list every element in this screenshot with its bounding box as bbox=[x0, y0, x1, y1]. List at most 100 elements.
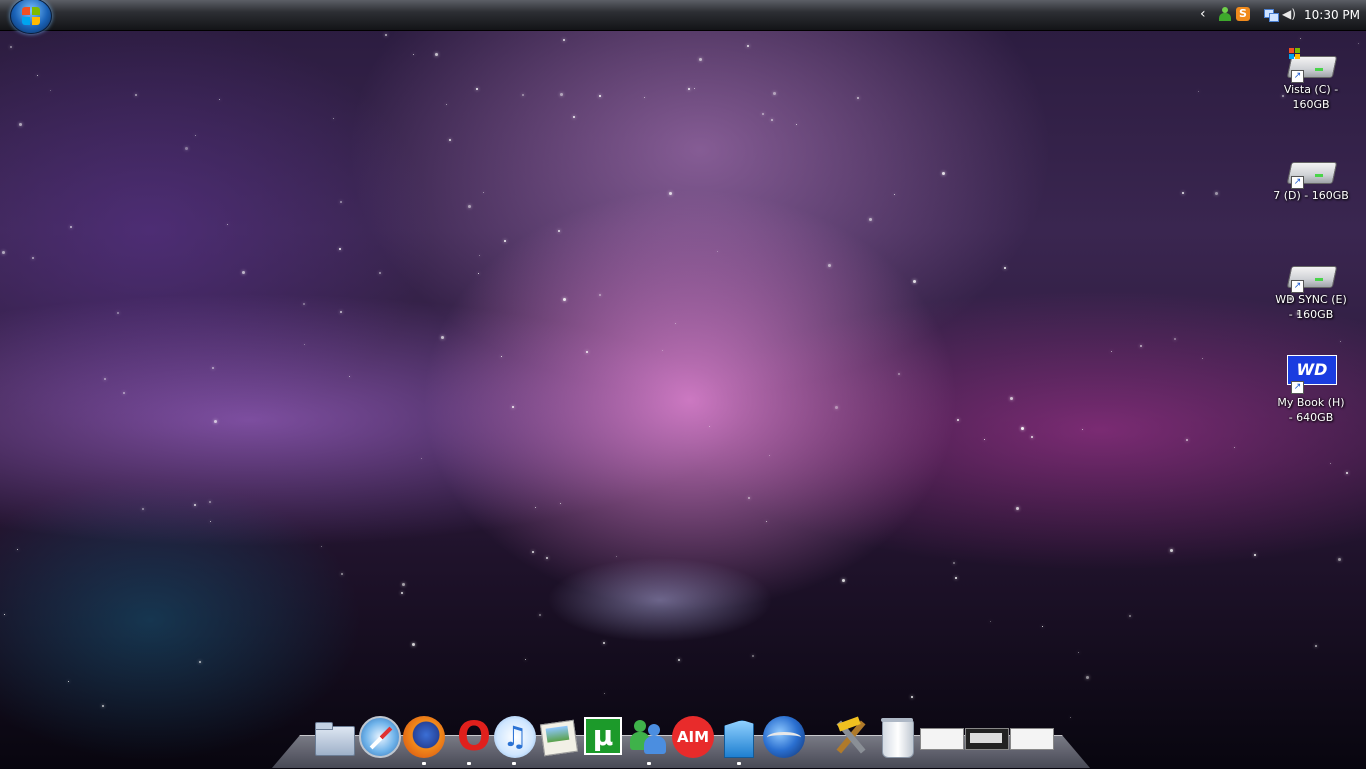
star bbox=[194, 504, 196, 506]
desktop-icon-7-d[interactable]: ↗ 7 (D) - 160GB bbox=[1271, 154, 1351, 203]
chevron-left-icon[interactable]: ‹ bbox=[1200, 7, 1214, 21]
image-viewer-icon bbox=[539, 719, 579, 757]
star bbox=[586, 351, 588, 353]
star bbox=[560, 93, 563, 96]
running-indicator bbox=[467, 762, 471, 765]
dock-item-google-earth[interactable] bbox=[763, 716, 805, 758]
dock-item-recycle-bin[interactable] bbox=[876, 716, 918, 758]
star bbox=[857, 97, 859, 99]
window-thumbnail-icon[interactable] bbox=[1010, 728, 1054, 750]
star bbox=[558, 230, 560, 232]
desktop-icon-vista-c[interactable]: ↗ Vista (C) - 160GB bbox=[1271, 48, 1351, 112]
dock-item-folder[interactable] bbox=[313, 716, 355, 758]
star bbox=[476, 88, 478, 90]
user-icon[interactable] bbox=[1218, 7, 1232, 21]
window-thumbnail-icon[interactable] bbox=[920, 728, 964, 750]
star bbox=[102, 705, 104, 707]
desktop-icon-label: 7 (D) - 160GB bbox=[1273, 189, 1349, 202]
dock-item-utorrent[interactable]: µ bbox=[583, 716, 625, 758]
star bbox=[349, 376, 350, 377]
star bbox=[1042, 626, 1043, 627]
windows-logo-icon bbox=[22, 7, 40, 25]
star bbox=[185, 147, 188, 150]
star bbox=[563, 39, 565, 41]
drive-icon: ↗ bbox=[1286, 154, 1338, 189]
star bbox=[468, 205, 471, 208]
star bbox=[560, 503, 561, 504]
dock-item-document[interactable] bbox=[718, 716, 760, 758]
star bbox=[1254, 554, 1256, 556]
star bbox=[835, 406, 838, 409]
star bbox=[413, 54, 414, 55]
window-thumbnail-icon[interactable] bbox=[965, 728, 1009, 750]
opera-icon: O bbox=[456, 714, 491, 760]
star bbox=[209, 501, 211, 503]
star bbox=[135, 94, 137, 96]
desktop-icon-my-book-h[interactable]: WD ↗ My Book (H) - 640GB bbox=[1271, 355, 1351, 425]
star bbox=[675, 323, 676, 324]
star bbox=[219, 99, 220, 100]
skype-icon[interactable]: S bbox=[1236, 7, 1250, 21]
star bbox=[123, 392, 125, 394]
star bbox=[955, 577, 957, 579]
star bbox=[911, 696, 913, 698]
star bbox=[379, 272, 381, 274]
star bbox=[2, 251, 5, 254]
network-icon[interactable] bbox=[1264, 7, 1279, 22]
star bbox=[1182, 192, 1184, 194]
star bbox=[483, 192, 484, 193]
star bbox=[688, 88, 690, 90]
dock-item-opera[interactable]: O bbox=[453, 716, 495, 758]
star bbox=[869, 218, 872, 221]
desktop-icon-wd-sync-e[interactable]: ↗ WD SYNC (E) - 160GB bbox=[1271, 258, 1351, 322]
star bbox=[990, 621, 991, 622]
star bbox=[341, 573, 343, 575]
star bbox=[303, 303, 305, 305]
star bbox=[446, 104, 447, 105]
star bbox=[748, 497, 750, 499]
star bbox=[214, 420, 217, 423]
star bbox=[709, 426, 710, 427]
desktop-icon-label: - 640GB bbox=[1288, 411, 1334, 424]
star bbox=[573, 116, 575, 118]
dock-item-safari[interactable] bbox=[359, 716, 401, 758]
star bbox=[1330, 463, 1331, 464]
recycle-bin-icon bbox=[881, 718, 914, 758]
star bbox=[17, 549, 18, 550]
running-indicator bbox=[647, 762, 651, 765]
dock-item-aim[interactable]: AIM bbox=[672, 716, 714, 758]
document-icon bbox=[724, 720, 754, 758]
star bbox=[195, 135, 196, 136]
star bbox=[441, 336, 444, 339]
clock[interactable]: 10:30 PM bbox=[1304, 8, 1360, 22]
star bbox=[913, 280, 916, 283]
safari-icon bbox=[359, 716, 401, 758]
dock-item-image-viewer[interactable] bbox=[538, 716, 580, 758]
star bbox=[1031, 436, 1033, 438]
star bbox=[37, 75, 38, 76]
star bbox=[70, 226, 72, 228]
star bbox=[752, 655, 754, 657]
star bbox=[340, 311, 342, 313]
star bbox=[1021, 427, 1024, 430]
dock-item-itunes[interactable]: ♫ bbox=[494, 716, 536, 758]
desktop-icon-label: My Book (H) bbox=[1277, 396, 1345, 409]
volume-icon[interactable]: ◀) bbox=[1282, 7, 1296, 21]
star bbox=[546, 557, 548, 559]
star bbox=[501, 356, 502, 357]
star bbox=[402, 583, 405, 586]
star bbox=[984, 439, 985, 440]
dock-item-tools[interactable] bbox=[830, 716, 872, 758]
star bbox=[1174, 338, 1176, 340]
start-button[interactable] bbox=[10, 0, 52, 34]
star bbox=[212, 367, 214, 369]
star bbox=[842, 579, 845, 582]
itunes-icon: ♫ bbox=[494, 716, 536, 758]
dock-item-firefox[interactable] bbox=[403, 716, 445, 758]
dock-item-messenger[interactable] bbox=[628, 716, 670, 758]
shortcut-arrow-icon: ↗ bbox=[1291, 176, 1304, 189]
star bbox=[532, 551, 534, 553]
star bbox=[339, 248, 341, 250]
star bbox=[942, 172, 945, 175]
star bbox=[603, 642, 605, 644]
